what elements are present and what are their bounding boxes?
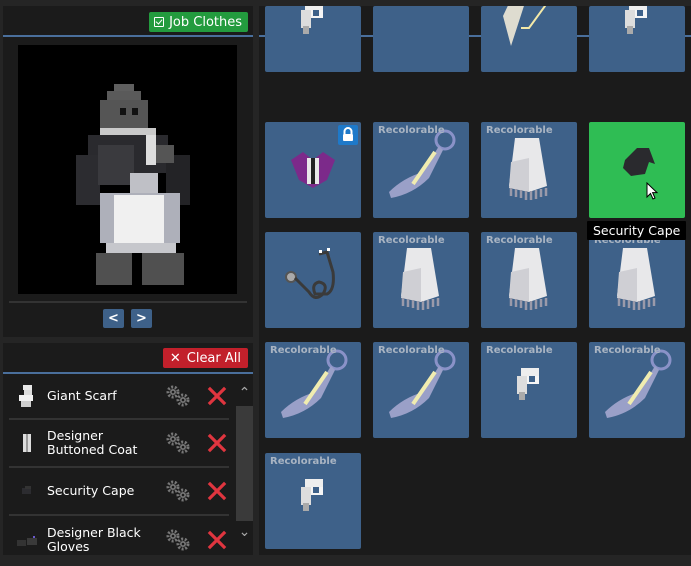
scarf-curl-icon — [301, 6, 323, 34]
gear-icon[interactable] — [165, 431, 191, 455]
item-name: Security Cape — [47, 483, 135, 498]
recolorable-badge: Recolorable — [270, 456, 337, 467]
job-clothes-label: Job Clothes — [169, 14, 242, 30]
striped-scarf-icon — [509, 248, 548, 310]
cape-icon — [22, 486, 31, 494]
job-clothes-toggle[interactable]: Job Clothes — [149, 12, 248, 32]
scarf-curl-icon — [301, 479, 323, 511]
clear-all-button[interactable]: ✕ Clear All — [162, 348, 248, 368]
feather-boa-icon — [605, 349, 672, 418]
lock-icon — [338, 125, 358, 145]
remove-item-icon[interactable] — [207, 530, 227, 550]
sash-icon — [503, 6, 547, 46]
item-name: Designer Black Gloves — [47, 525, 141, 554]
character-preview-panel: Job Clothes < > — [3, 6, 253, 337]
catalog-item[interactable] — [265, 122, 361, 218]
list-item: Security Cape — [9, 468, 229, 516]
catalog-item[interactable]: Recolorable — [481, 122, 577, 218]
previous-direction-button[interactable]: < — [103, 309, 124, 328]
list-item: Designer Buttoned Coat — [9, 420, 229, 468]
catalog-item[interactable]: Recolorable — [373, 342, 469, 438]
next-direction-button[interactable]: > — [131, 309, 152, 328]
recolorable-badge: Recolorable — [270, 345, 337, 356]
scroll-down-icon[interactable]: ⌄ — [236, 524, 253, 544]
character-preview — [18, 45, 237, 294]
gloves-icon — [17, 536, 37, 546]
chevron-right-icon: > — [136, 311, 147, 326]
recolorable-badge: Recolorable — [486, 125, 553, 136]
item-name: Designer Buttoned Coat — [47, 428, 138, 457]
scrollbar-thumb[interactable] — [236, 406, 253, 521]
feather-boa-icon — [281, 349, 348, 418]
selected-items-panel: ✕ Clear All Giant Scarf Designer Buttone… — [3, 343, 253, 555]
catalog-item[interactable] — [265, 6, 361, 72]
character-sprite — [76, 84, 190, 285]
catalog-item[interactable]: Recolorable — [265, 342, 361, 438]
list-scrollbar[interactable]: ⌃ ⌄ — [236, 374, 253, 555]
catalog-item[interactable]: Recolorable — [373, 122, 469, 218]
close-icon: ✕ — [169, 350, 181, 366]
recolorable-badge: Recolorable — [378, 235, 445, 246]
catalog-item[interactable]: Recolorable — [481, 232, 577, 328]
catalog-item[interactable]: Recolorable — [373, 232, 469, 328]
coat-icon — [23, 434, 31, 452]
security-cape-icon — [623, 148, 655, 176]
scarf-curl-icon — [625, 6, 647, 34]
mouse-cursor-icon — [646, 182, 659, 200]
scarf-curl-icon — [517, 368, 539, 400]
catalog-item[interactable] — [589, 6, 685, 72]
scroll-up-icon[interactable]: ⌃ — [236, 385, 253, 405]
recolorable-badge: Recolorable — [594, 345, 661, 356]
gear-icon[interactable] — [165, 479, 191, 503]
selected-items-list: Giant Scarf Designer Buttoned Coat Secur… — [3, 374, 235, 555]
catalog-item[interactable] — [265, 232, 361, 328]
preview-divider — [9, 301, 247, 303]
chevron-left-icon: < — [108, 311, 119, 326]
feather-boa-icon — [389, 349, 456, 418]
recolorable-badge: Recolorable — [378, 345, 445, 356]
catalog-item[interactable] — [481, 6, 577, 72]
recolorable-badge: Recolorable — [378, 125, 445, 136]
striped-scarf-icon — [509, 138, 548, 200]
catalog-item[interactable]: Recolorable — [481, 342, 577, 438]
striped-scarf-icon — [617, 248, 656, 310]
striped-scarf-icon — [401, 248, 440, 310]
gear-icon[interactable] — [165, 528, 191, 552]
giant-scarf-icon — [19, 385, 33, 407]
preview-header: Job Clothes — [3, 6, 253, 37]
catalog-item[interactable] — [373, 6, 469, 72]
item-tooltip: Security Cape — [587, 221, 687, 240]
remove-item-icon[interactable] — [207, 433, 227, 453]
feather-boa-icon — [389, 129, 456, 198]
remove-item-icon[interactable] — [207, 386, 227, 406]
gear-icon[interactable] — [165, 384, 191, 408]
catalog-item[interactable]: Recolorable — [589, 232, 685, 328]
list-item: Giant Scarf — [9, 374, 229, 420]
clear-all-label: Clear All — [186, 350, 241, 366]
catalog-item[interactable]: Recolorable — [589, 342, 685, 438]
catalog-item[interactable]: Recolorable — [265, 453, 361, 549]
loadout-window: Job Clothes < > ✕ Clear All Giant Scarf … — [0, 0, 691, 566]
recolorable-badge: Recolorable — [486, 235, 553, 246]
recolorable-badge: Recolorable — [486, 345, 553, 356]
list-item: Designer Black Gloves — [9, 516, 229, 555]
item-name: Giant Scarf — [47, 388, 117, 403]
catalog-panel: Catalog RecolorableRecolorableRecolorabl… — [259, 6, 691, 555]
stethoscope-icon — [285, 248, 335, 299]
remove-item-icon[interactable] — [207, 481, 227, 501]
glasses-icon — [373, 6, 469, 72]
checkbox-checked-icon — [154, 17, 165, 27]
catalog-item[interactable] — [589, 122, 685, 218]
